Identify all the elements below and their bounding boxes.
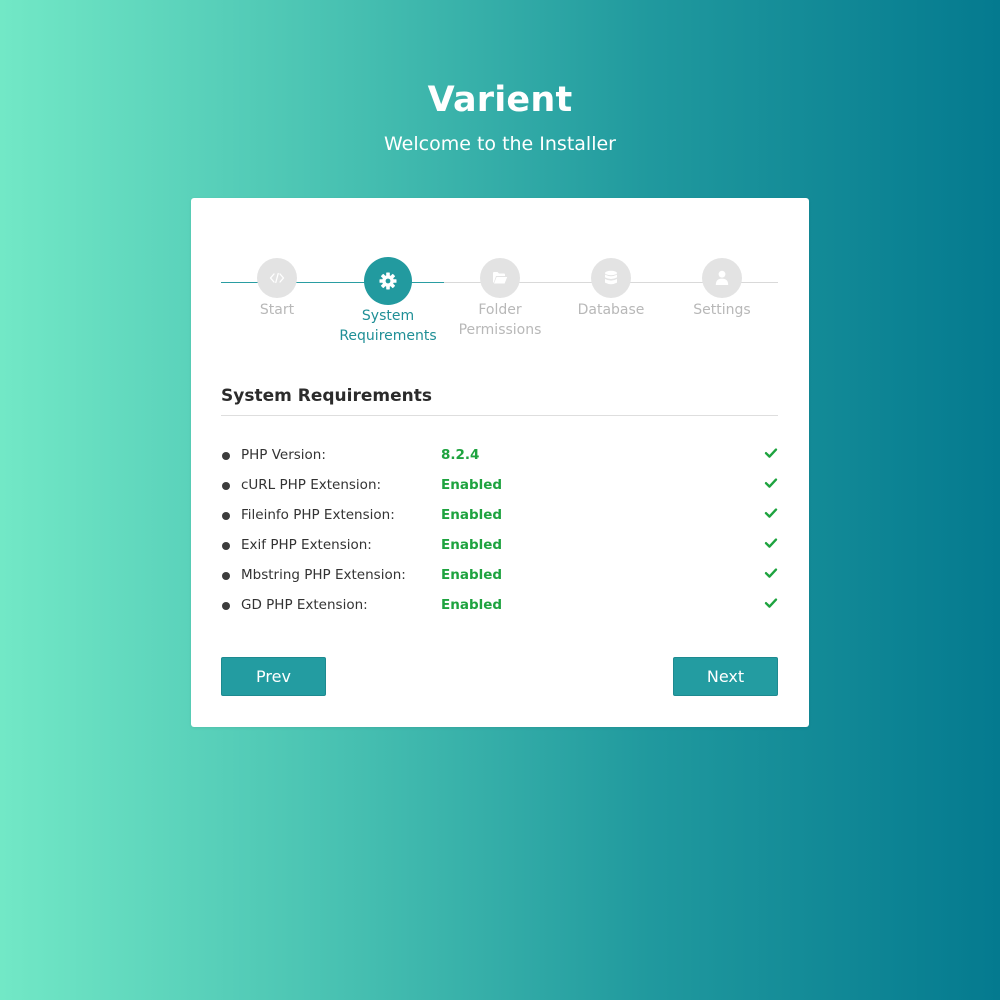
bullet-icon <box>222 452 230 460</box>
step-settings-circle <box>702 258 742 298</box>
app-title: Varient <box>427 80 573 120</box>
check-icon <box>764 508 778 518</box>
installer-card: Start System Requirements Folder Permiss… <box>191 198 809 727</box>
requirement-value: Enabled <box>441 597 503 613</box>
next-button[interactable]: Next <box>673 657 778 696</box>
requirement-row-php-version: PHP Version: 8.2.4 <box>221 443 778 473</box>
check-icon <box>764 598 778 608</box>
step-settings-label: Settings <box>693 302 751 318</box>
requirement-value: Enabled <box>441 537 503 553</box>
step-system-requirements[interactable]: System Requirements <box>333 257 443 346</box>
user-icon <box>715 270 729 285</box>
step-database[interactable]: Database <box>556 258 666 320</box>
requirement-name: Exif PHP Extension: <box>241 537 372 553</box>
section-heading: System Requirements <box>221 386 432 406</box>
requirement-name: cURL PHP Extension: <box>241 477 382 493</box>
step-folder-permissions-label: Folder Permissions <box>458 302 542 338</box>
step-folder-permissions-circle <box>480 258 520 298</box>
step-start[interactable]: Start <box>222 258 332 320</box>
step-database-label: Database <box>577 302 645 318</box>
step-start-label: Start <box>259 302 295 318</box>
step-settings[interactable]: Settings <box>667 258 777 320</box>
bullet-icon <box>222 572 230 580</box>
requirement-value: 8.2.4 <box>441 447 480 463</box>
requirement-value: Enabled <box>441 477 503 493</box>
requirement-name: Mbstring PHP Extension: <box>241 567 406 583</box>
step-database-circle <box>591 258 631 298</box>
requirements-list: PHP Version: 8.2.4 cURL PHP Extension: E… <box>221 443 778 623</box>
requirement-name: GD PHP Extension: <box>241 597 368 613</box>
requirement-row-mbstring: Mbstring PHP Extension: Enabled <box>221 563 778 593</box>
prev-button[interactable]: Prev <box>221 657 326 696</box>
requirement-row-curl: cURL PHP Extension: Enabled <box>221 473 778 503</box>
bullet-icon <box>222 512 230 520</box>
requirement-name: PHP Version: <box>241 447 326 463</box>
requirement-row-exif: Exif PHP Extension: Enabled <box>221 533 778 563</box>
requirement-row-fileinfo: Fileinfo PHP Extension: Enabled <box>221 503 778 533</box>
section-divider <box>221 415 778 416</box>
step-folder-permissions[interactable]: Folder Permissions <box>445 258 555 340</box>
check-icon <box>764 478 778 488</box>
check-icon <box>764 538 778 548</box>
bullet-icon <box>222 602 230 610</box>
app-subtitle: Welcome to the Installer <box>384 133 616 155</box>
database-icon <box>605 270 617 285</box>
bullet-icon <box>222 542 230 550</box>
folder-open-icon <box>493 272 508 284</box>
step-start-circle <box>257 258 297 298</box>
requirement-name: Fileinfo PHP Extension: <box>241 507 395 523</box>
check-icon <box>764 448 778 458</box>
code-icon <box>269 272 285 284</box>
gear-icon <box>379 272 397 290</box>
bullet-icon <box>222 482 230 490</box>
step-system-requirements-circle <box>364 257 412 305</box>
requirement-value: Enabled <box>441 507 503 523</box>
step-system-requirements-label: System Requirements <box>339 308 437 344</box>
requirement-value: Enabled <box>441 567 503 583</box>
check-icon <box>764 568 778 578</box>
requirement-row-gd: GD PHP Extension: Enabled <box>221 593 778 623</box>
